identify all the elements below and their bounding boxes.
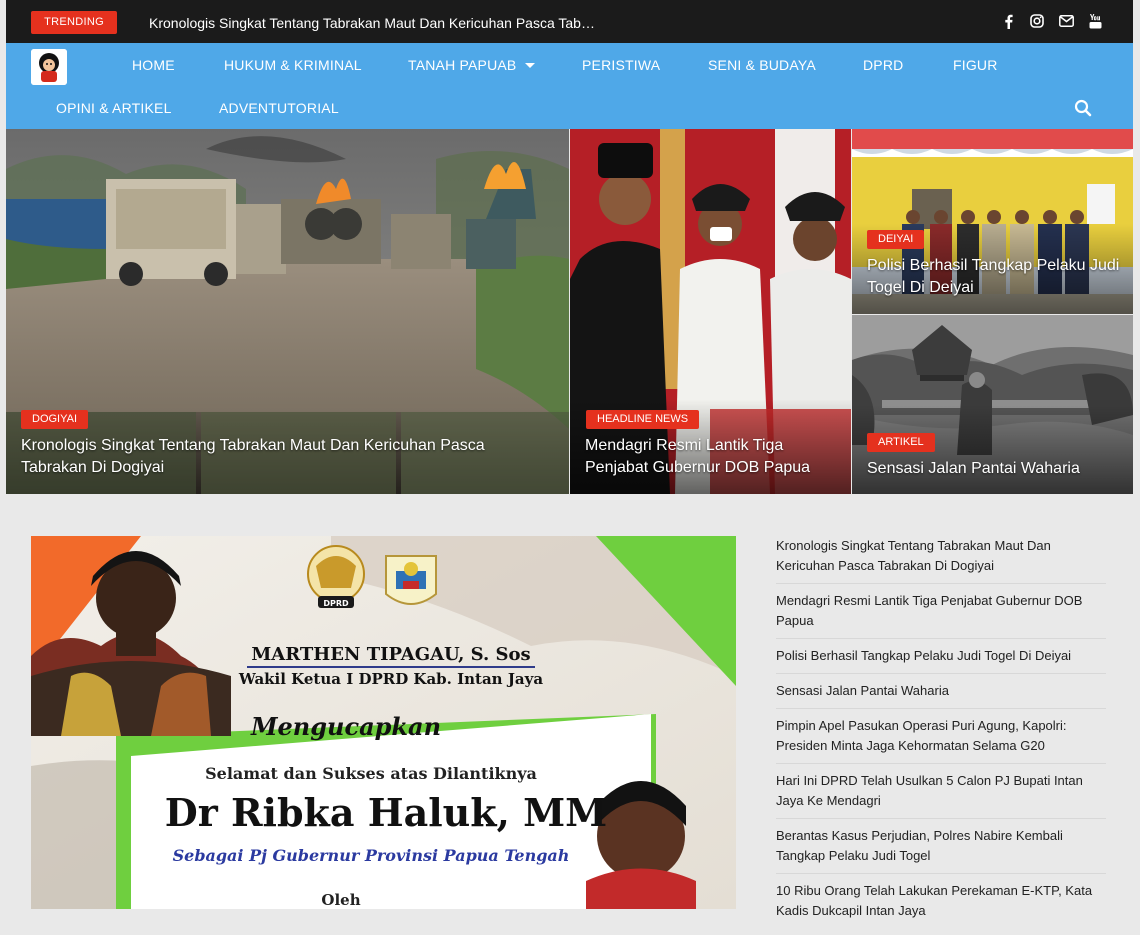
featured-right-top-post[interactable]: DEIYAI Polisi Berhasil Tangkap Pelaku Ju…	[852, 129, 1133, 314]
nav-figur[interactable]: FIGUR	[953, 55, 998, 75]
instagram-icon[interactable]	[1029, 12, 1045, 30]
site-logo[interactable]	[31, 49, 67, 85]
banner-honoree-role: Sebagai Pj Gubernur Provinsi Papua Tenga…	[172, 846, 570, 865]
chevron-down-icon	[525, 63, 536, 68]
trending-bar: TRENDING Kronologis Singkat Tentang Tabr…	[6, 0, 1133, 43]
banner-honoree: Dr Ribka Haluk, MM	[164, 790, 608, 835]
trending-label: TRENDING	[31, 11, 117, 34]
list-item[interactable]: Polisi Berhasil Tangkap Pelaku Judi Toge…	[776, 646, 1106, 674]
nav-hukum-kriminal[interactable]: HUKUM & KRIMINAL	[224, 55, 362, 75]
mail-icon[interactable]	[1058, 12, 1074, 30]
category-tag[interactable]: DOGIYAI	[21, 410, 89, 429]
nav-dprd[interactable]: DPRD	[863, 55, 903, 75]
main-content: DPRD MARTHEN TIPAGAU, S. Sos Wakil Ketua…	[6, 494, 1133, 918]
facebook-icon[interactable]	[1000, 12, 1016, 30]
list-item[interactable]: Pimpin Apel Pasukan Operasi Puri Agung, …	[776, 716, 1106, 764]
banner-person-role: Wakil Ketua I DPRD Kab. Intan Jaya	[238, 670, 544, 688]
youtube-icon[interactable]	[1087, 12, 1103, 30]
social-links	[1000, 12, 1103, 32]
banner-footer-word: Oleh	[321, 891, 361, 909]
featured-headline-post[interactable]: HEADLINE NEWS Mendagri Resmi Lantik Tiga…	[570, 129, 851, 494]
list-item[interactable]: Sensasi Jalan Pantai Waharia	[776, 681, 1106, 709]
main-navigation: HOME HUKUM & KRIMINAL TANAH PAPUAB PERIS…	[6, 43, 1133, 129]
nav-seni-budaya[interactable]: SENI & BUDAYA	[708, 55, 816, 75]
nav-opini-artikel[interactable]: OPINI & ARTIKEL	[56, 98, 172, 118]
category-tag[interactable]: ARTIKEL	[867, 433, 935, 452]
featured-posts: DOGIYAI Kronologis Singkat Tentang Tabra…	[6, 129, 1133, 494]
list-item[interactable]: Berantas Kasus Perjudian, Polres Nabire …	[776, 826, 1106, 874]
banner-script-heading: Mengucapkan	[250, 712, 442, 741]
search-icon[interactable]	[1074, 99, 1092, 117]
congratulation-banner[interactable]: DPRD MARTHEN TIPAGAU, S. Sos Wakil Ketua…	[31, 536, 736, 909]
list-item[interactable]: Hari Ini DPRD Telah Usulkan 5 Calon PJ B…	[776, 771, 1106, 819]
featured-main-post[interactable]: DOGIYAI Kronologis Singkat Tentang Tabra…	[6, 129, 569, 494]
banner-congrats-line: Selamat dan Sukses atas Dilantiknya	[205, 764, 537, 783]
banner-person-name: MARTHEN TIPAGAU, S. Sos	[251, 644, 531, 665]
recent-posts-list: Kronologis Singkat Tentang Tabrakan Maut…	[776, 536, 1106, 935]
featured-headline-title[interactable]: Mendagri Resmi Lantik Tiga Penjabat Gube…	[585, 435, 840, 479]
list-item[interactable]: 10 Ribu Orang Telah Lakukan Perekaman E-…	[776, 881, 1106, 928]
featured-right-bottom-post[interactable]: ARTIKEL Sensasi Jalan Pantai Waharia	[852, 315, 1133, 494]
nav-adventutorial[interactable]: ADVENTUTORIAL	[219, 98, 339, 118]
category-tag[interactable]: DEIYAI	[867, 230, 925, 249]
list-item[interactable]: Mendagri Resmi Lantik Tiga Penjabat Gube…	[776, 591, 1106, 639]
list-item[interactable]: Kronologis Singkat Tentang Tabrakan Maut…	[776, 536, 1106, 584]
category-tag[interactable]: HEADLINE NEWS	[586, 410, 700, 429]
banner-divider	[247, 666, 535, 668]
nav-home[interactable]: HOME	[132, 55, 175, 75]
featured-main-title[interactable]: Kronologis Singkat Tentang Tabrakan Maut…	[21, 435, 541, 479]
page: TRENDING Kronologis Singkat Tentang Tabr…	[6, 0, 1133, 918]
seal-label: DPRD	[323, 599, 349, 608]
trending-headline-link[interactable]: Kronologis Singkat Tentang Tabrakan Maut…	[149, 13, 609, 33]
featured-right-bottom-title[interactable]: Sensasi Jalan Pantai Waharia	[867, 458, 1122, 480]
nav-peristiwa[interactable]: PERISTIWA	[582, 55, 660, 75]
featured-right-top-title[interactable]: Polisi Berhasil Tangkap Pelaku Judi Toge…	[867, 255, 1122, 299]
nav-tanah-papua[interactable]: TANAH PAPUAB	[408, 55, 536, 75]
nav-tanah-papua-label: TANAH PAPUAB	[408, 57, 517, 73]
